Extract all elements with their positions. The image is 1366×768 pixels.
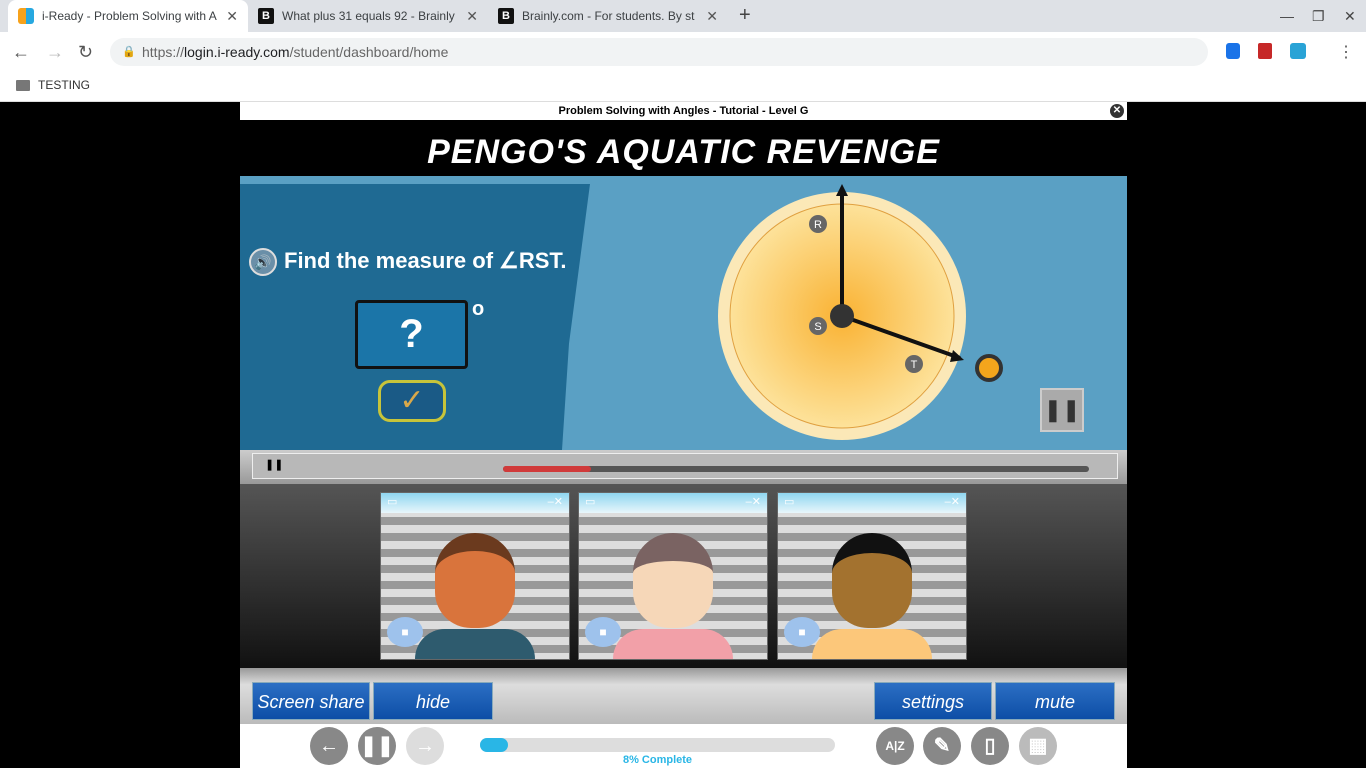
video-window-girl-braid: ▭ –✕ ■	[380, 492, 570, 660]
game-scene: 🔊 Find the measure of ∠RST. ? o ✓ R S T …	[240, 176, 1127, 450]
tab-title: Brainly.com - For students. By st	[522, 9, 695, 23]
notepad-icon[interactable]: ▯	[971, 727, 1009, 765]
game-button-bar: Screen share hide settings mute	[240, 668, 1127, 724]
url-prefix: https://	[142, 44, 185, 60]
video-camera-icon: ■	[585, 617, 621, 647]
window-icon: ▭	[387, 496, 398, 508]
iready-favicon-icon	[18, 8, 34, 24]
pencil-icon[interactable]: ✎	[923, 727, 961, 765]
window-controls-icon[interactable]: –✕	[945, 495, 960, 511]
close-tab-icon[interactable]: ✕	[466, 8, 478, 25]
video-chat-area: ▭ –✕ ■ ▭ –✕ ■ ▭ –✕ ■	[240, 484, 1127, 668]
close-tab-icon[interactable]: ✕	[226, 8, 238, 25]
reload-button[interactable]: ↻	[78, 42, 93, 63]
window-icon: ▭	[585, 496, 596, 508]
label-r: R	[814, 219, 822, 231]
video-window-boy: ▭ –✕ ■	[777, 492, 967, 660]
url-host: login.i-ready.com	[184, 44, 290, 60]
calculator-icon[interactable]: ▦	[1019, 727, 1057, 765]
tab-title: What plus 31 equals 92 - Brainly	[282, 9, 455, 23]
tab-strip: i-Ready - Problem Solving with A ✕ B Wha…	[0, 0, 1366, 32]
forward-arrow-button[interactable]: →	[406, 727, 444, 765]
pause-game-button[interactable]: ❚❚	[1040, 388, 1084, 432]
restore-button[interactable]: ❐	[1312, 8, 1325, 25]
rotate-handle[interactable]	[975, 354, 1003, 382]
browser-toolbar: ← → ↻ 🔒 https://login.i-ready.com/studen…	[0, 32, 1366, 72]
glossary-icon[interactable]: A|Z	[876, 727, 914, 765]
folder-icon	[16, 80, 30, 91]
window-controls-icon[interactable]: –✕	[746, 495, 761, 511]
lock-icon: 🔒	[122, 46, 136, 58]
screen-share-button[interactable]: Screen share	[252, 682, 370, 720]
video-progress[interactable]	[503, 466, 1089, 472]
lesson-progress-bar	[480, 738, 835, 752]
close-lesson-button[interactable]: ✕	[1110, 104, 1124, 118]
bookmark-testing[interactable]: TESTING	[38, 78, 90, 92]
degree-symbol: o	[472, 298, 485, 320]
extension-icon[interactable]	[1258, 43, 1272, 59]
close-window-button[interactable]: ✕	[1344, 8, 1356, 25]
forward-button[interactable]: →	[46, 42, 64, 63]
minimize-button[interactable]: —	[1280, 8, 1294, 24]
brainly-favicon-icon: B	[498, 8, 514, 24]
lesson-progress-label: 8% Complete	[622, 754, 693, 766]
tab-brainly-question[interactable]: B What plus 31 equals 92 - Brainly ✕	[248, 0, 488, 32]
back-button[interactable]: ←	[12, 42, 30, 63]
address-bar[interactable]: 🔒 https://login.i-ready.com/student/dash…	[110, 38, 1208, 66]
tab-iready[interactable]: i-Ready - Problem Solving with A ✕	[8, 0, 248, 32]
back-arrow-button[interactable]: ←	[310, 727, 348, 765]
hide-button[interactable]: hide	[373, 682, 493, 720]
lesson-header-text: Problem Solving with Angles - Tutorial -…	[558, 105, 809, 117]
new-tab-button[interactable]: +	[739, 4, 751, 27]
video-controls: ❚❚	[240, 450, 1127, 484]
close-tab-icon[interactable]: ✕	[706, 8, 718, 25]
lesson-player: Problem Solving with Angles - Tutorial -…	[240, 102, 1127, 768]
video-camera-icon: ■	[387, 617, 423, 647]
label-s: S	[814, 321, 821, 333]
video-pause-button[interactable]: ❚❚	[265, 458, 283, 471]
settings-button[interactable]: settings	[874, 682, 992, 720]
submit-check-button[interactable]: ✓	[378, 380, 446, 422]
brainly-favicon-icon: B	[258, 8, 274, 24]
menu-icon[interactable]: ⋮	[1338, 42, 1354, 62]
label-t: T	[911, 359, 918, 371]
window-icon: ▭	[784, 496, 795, 508]
answer-input[interactable]: ?	[355, 300, 468, 369]
extension-icon[interactable]	[1290, 43, 1306, 59]
video-window-girl-beanie: ▭ –✕ ■	[578, 492, 768, 660]
speaker-icon[interactable]: 🔊	[249, 248, 277, 276]
question-text: Find the measure of ∠RST.	[284, 248, 567, 273]
url-path: /student/dashboard/home	[289, 44, 449, 60]
lesson-header: Problem Solving with Angles - Tutorial -…	[240, 102, 1127, 120]
window-controls-icon[interactable]: –✕	[548, 495, 563, 511]
bookmarks-bar: TESTING	[0, 72, 1366, 102]
tab-brainly-home[interactable]: B Brainly.com - For students. By st ✕	[488, 0, 728, 32]
mute-button[interactable]: mute	[995, 682, 1115, 720]
lesson-footer: ← ❚❚ → 8% Complete A|Z ✎ ▯ ▦	[240, 724, 1127, 768]
video-camera-icon: ■	[784, 617, 820, 647]
game-title: PENGO'S AQUATIC REVENGE	[427, 133, 940, 171]
tab-title: i-Ready - Problem Solving with A	[42, 9, 217, 23]
extension-icon[interactable]	[1226, 43, 1240, 59]
pause-button[interactable]: ❚❚	[358, 727, 396, 765]
angle-wheel: R S T	[718, 184, 966, 440]
